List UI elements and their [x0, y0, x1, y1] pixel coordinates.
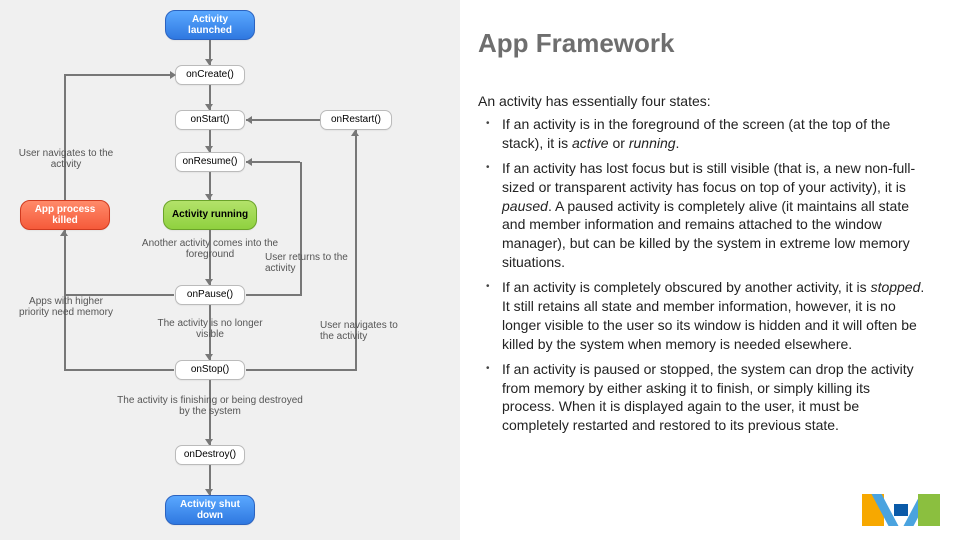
arrowhead-down-icon [205, 354, 213, 360]
arrowhead-up-icon [351, 130, 359, 136]
intro-text: An activity has essentially four states: [478, 93, 926, 109]
emph: paused [502, 198, 548, 214]
label-user-returns: User returns to the activity [265, 252, 350, 274]
arrow [246, 294, 300, 296]
nxp-logo-icon [862, 494, 940, 526]
arrow [246, 369, 355, 371]
text: or [609, 135, 629, 151]
label-user-navigates: User navigates to the activity [18, 148, 114, 170]
text: If an activity is in the foreground of t… [502, 116, 890, 151]
text: If an activity has lost focus but is sti… [502, 160, 915, 195]
node-onrestart: onRestart() [320, 110, 392, 130]
emph: stopped [871, 279, 921, 295]
node-activity-shutdown: Activity shut down [165, 495, 255, 525]
node-onresume: onResume() [175, 152, 245, 172]
node-onpause: onPause() [175, 285, 245, 305]
page-title: App Framework [478, 28, 926, 59]
node-onstart: onStart() [175, 110, 245, 130]
arrowhead-right-icon [170, 71, 176, 79]
node-process-killed: App process killed [20, 200, 110, 230]
arrow [246, 119, 320, 121]
label-higher-priority: Apps with higher priority need memory [18, 296, 114, 318]
text: . [676, 135, 680, 151]
arrow [64, 369, 174, 371]
arrowhead-left-icon [246, 116, 252, 124]
arrowhead-down-icon [205, 194, 213, 200]
emph: running [629, 135, 676, 151]
state-dropped: If an activity is paused or stopped, the… [484, 360, 926, 436]
arrow [64, 74, 66, 200]
state-active: If an activity is in the foreground of t… [484, 115, 926, 153]
slide: Activity launched onCreate() onStart() o… [0, 0, 960, 540]
node-ondestroy: onDestroy() [175, 445, 245, 465]
arrowhead-down-icon [205, 104, 213, 110]
label-user-navigates-back: User navigates to the activity [320, 320, 400, 342]
arrow [300, 162, 302, 296]
arrowhead-down-icon [205, 439, 213, 445]
text: If an activity is completely obscured by… [502, 279, 871, 295]
arrowhead-down-icon [205, 59, 213, 65]
state-stopped: If an activity is completely obscured by… [484, 278, 926, 354]
arrowhead-down-icon [205, 146, 213, 152]
arrowhead-up-icon [60, 230, 68, 236]
content-panel: App Framework An activity has essentiall… [460, 0, 960, 540]
arrowhead-down-icon [205, 279, 213, 285]
node-activity-running: Activity running [163, 200, 257, 230]
label-finishing: The activity is finishing or being destr… [112, 395, 308, 417]
label-no-longer-visible: The activity is no longer visible [155, 318, 265, 340]
emph: active [572, 135, 609, 151]
node-oncreate: onCreate() [175, 65, 245, 85]
arrowhead-down-icon [205, 489, 213, 495]
node-onstop: onStop() [175, 360, 245, 380]
arrow [64, 74, 174, 76]
arrowhead-left-icon [246, 158, 252, 166]
arrow [246, 161, 300, 163]
lifecycle-diagram: Activity launched onCreate() onStart() o… [0, 0, 460, 540]
text: . A paused activity is completely alive … [502, 198, 910, 271]
states-list: If an activity is in the foreground of t… [478, 115, 926, 435]
text: If an activity is paused or stopped, the… [502, 361, 914, 434]
state-paused: If an activity has lost focus but is sti… [484, 159, 926, 272]
node-activity-launched: Activity launched [165, 10, 255, 40]
